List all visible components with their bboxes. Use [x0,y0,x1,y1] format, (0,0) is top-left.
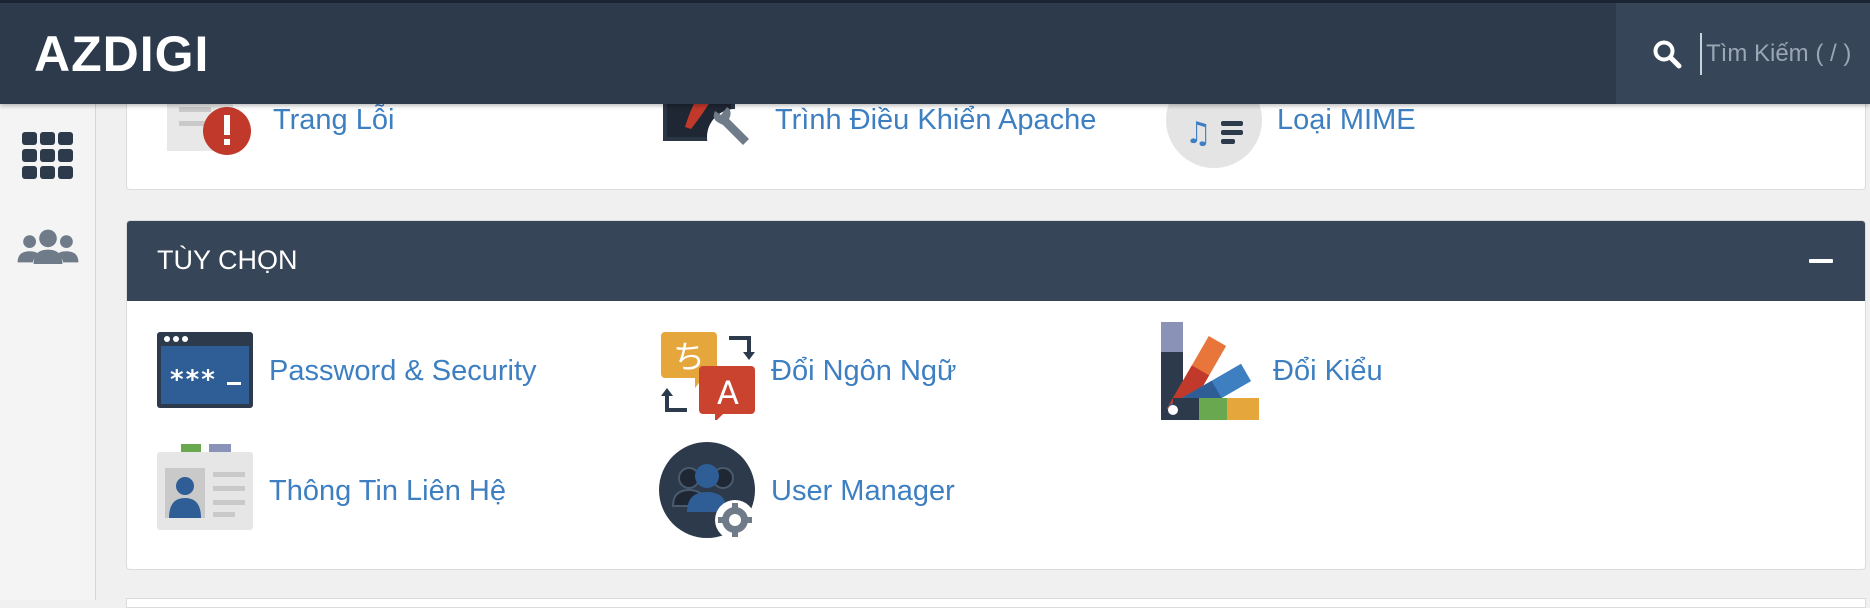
item-label: Trang Lỗi [273,103,395,136]
item-user-manager[interactable]: User Manager [659,442,1159,540]
item-label: Loại MIME [1277,103,1416,136]
collapse-button[interactable] [1807,251,1835,271]
svg-text:A: A [717,374,739,412]
brand-logo[interactable]: AZDIGI [34,25,209,83]
section-title: TÙY CHỌN [157,245,298,275]
item-password-security[interactable]: *** Password & Security [157,323,657,419]
item-label: Đổi Ngôn Ngữ [771,354,957,387]
options-section-header[interactable]: TÙY CHỌN [127,221,1865,301]
item-label: Password & Security [269,354,537,387]
grid-icon[interactable] [16,126,80,186]
user-manager-icon [659,442,755,540]
item-label: User Manager [771,474,955,507]
svg-text:***: *** [169,365,216,395]
item-change-style[interactable]: Đổi Kiểu [1161,322,1661,420]
change-style-icon [1161,322,1259,420]
search-input[interactable] [1700,33,1860,75]
item-change-language[interactable]: ち A Đổi Ngôn Ngữ [659,323,1159,420]
item-contact-info[interactable]: Thông Tin Liên Hệ [157,443,657,539]
item-label: Đổi Kiểu [1273,354,1383,387]
sidebar [0,104,96,600]
top-bar: AZDIGI [0,0,1870,104]
change-language-icon: ち A [661,332,755,420]
contact-info-icon [157,444,253,530]
item-label: Thông Tin Liên Hệ [269,474,506,507]
search-icon[interactable] [1652,39,1682,69]
users-group-icon[interactable] [16,218,80,278]
svg-text:♫: ♫ [1185,116,1212,151]
password-security-icon: *** [157,332,253,408]
item-label: Trình Điều Khiển Apache [775,103,1097,136]
options-section-panel: TÙY CHỌN *** Password & Security ち A Đổi… [126,220,1866,570]
search-box [1616,3,1870,104]
